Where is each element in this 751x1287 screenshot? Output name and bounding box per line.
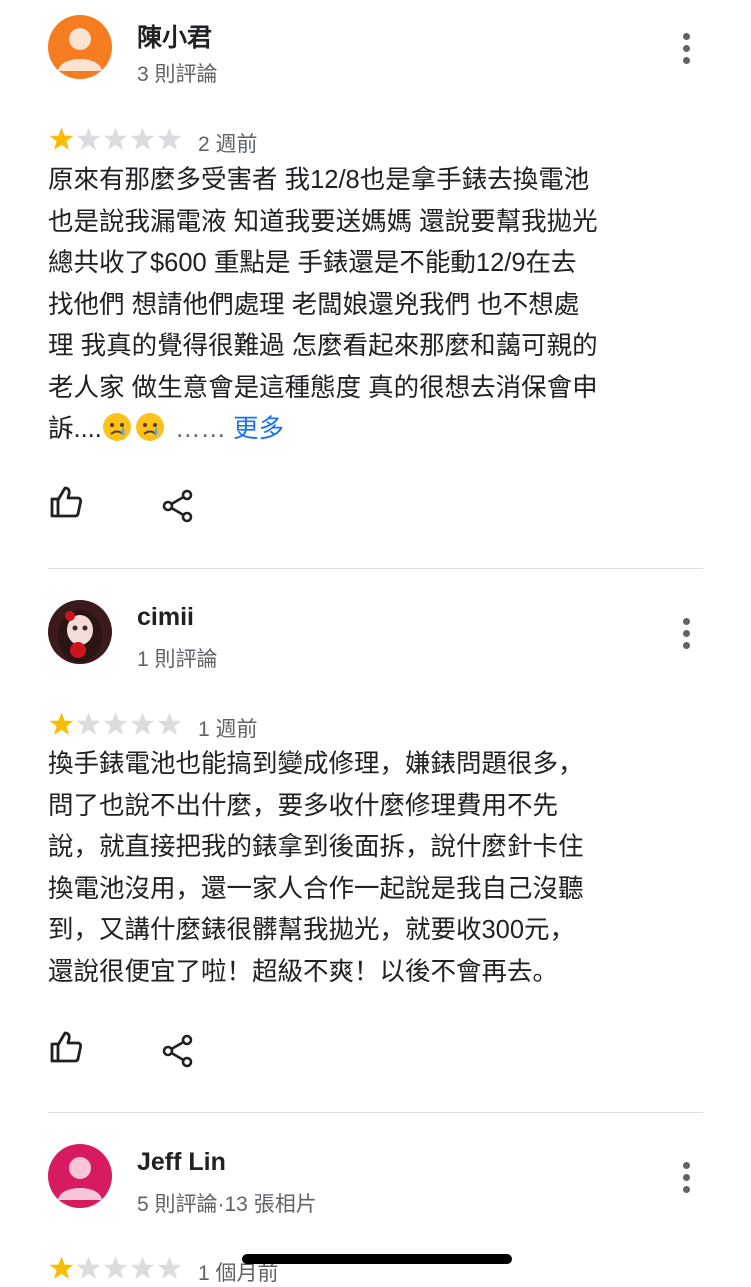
share-icon[interactable] <box>160 488 196 524</box>
author-name[interactable]: cimii <box>137 603 194 632</box>
review-text: 原來有那麼多受害者 我12/8也是拿手錶去換電池 也是說我漏電液 知道我要送媽媽… <box>48 160 688 451</box>
more-options-button[interactable] <box>672 1157 702 1197</box>
review-text-line: 說，就直接把我的錶拿到後面拆，說什麼針卡住 <box>48 833 584 861</box>
review-text-line: 換手錶電池也能搞到變成修理，嫌錶問題很多， <box>48 750 584 778</box>
star-empty-icon <box>157 127 182 150</box>
thumbs-up-icon[interactable] <box>48 1029 84 1065</box>
divider <box>48 568 703 569</box>
read-more-link[interactable]: 更多 <box>233 415 284 443</box>
crying-face-icon <box>135 413 164 441</box>
star-filled-icon <box>49 1256 74 1279</box>
ellipsis: …… <box>174 415 226 443</box>
star-empty-icon <box>76 1256 101 1279</box>
star-empty-icon <box>103 1256 128 1279</box>
divider <box>48 1112 703 1113</box>
review-count: 3 則評論 <box>137 63 218 86</box>
star-empty-icon <box>76 127 101 150</box>
star-empty-icon <box>76 712 101 735</box>
profile-photo <box>48 600 112 664</box>
crying-face-icon <box>102 413 131 441</box>
share-icon[interactable] <box>160 1033 196 1069</box>
star-empty-icon <box>157 712 182 735</box>
avatar[interactable] <box>48 15 112 79</box>
star-rating <box>48 126 183 152</box>
review-text: 換手錶電池也能搞到變成修理，嫌錶問題很多， 問了也說不出什麼，要多收什麼修理費用… <box>48 744 688 993</box>
review-text-line: 總共收了$600 重點是 手錶還是不能動12/9在去 <box>48 249 577 277</box>
star-empty-icon <box>130 1256 155 1279</box>
star-empty-icon <box>157 1256 182 1279</box>
star-rating <box>48 711 183 737</box>
person-icon <box>48 1144 112 1208</box>
review-text-line: 找他們 想請他們處理 老闆娘還兇我們 也不想處 <box>48 290 580 319</box>
avatar[interactable] <box>48 1144 112 1208</box>
star-filled-icon <box>49 127 74 150</box>
star-rating <box>48 1255 183 1281</box>
review-text-line: 原來有那麼多受害者 我12/8也是拿手錶去換電池 <box>48 166 590 194</box>
review-text-line: 還說很便宜了啦！超級不爽！以後不會再去。 <box>48 957 559 986</box>
review-count: 1 則評論 <box>137 648 218 671</box>
review-text-line: 到，又講什麼錶很髒幫我拋光，就要收300元， <box>48 916 576 944</box>
avatar[interactable] <box>48 600 112 664</box>
review-count: 5 則評論·13 張相片 <box>137 1193 317 1216</box>
star-empty-icon <box>130 127 155 150</box>
review-text-line: 也是說我漏電液 知道我要送媽媽 還說要幫我拋光 <box>48 207 598 236</box>
star-empty-icon <box>130 712 155 735</box>
star-empty-icon <box>103 712 128 735</box>
star-filled-icon <box>49 712 74 735</box>
review-time: 2 週前 <box>198 133 258 156</box>
author-name[interactable]: Jeff Lin <box>137 1148 226 1177</box>
review-text-line: 訴.... …… 更多 <box>48 409 688 451</box>
star-empty-icon <box>103 127 128 150</box>
review-text-line: 理 我真的覺得很難過 怎麼看起來那麼和藹可親的 <box>48 332 598 360</box>
review-text-tail: 訴.... <box>48 415 102 443</box>
review-text-line: 老人家 做生意會是這種態度 真的很想去消保會申 <box>48 373 598 402</box>
home-indicator[interactable] <box>242 1254 512 1264</box>
review-text-line: 換電池沒用，還一家人合作一起說是我自己沒聽 <box>48 874 584 903</box>
more-options-button[interactable] <box>672 28 702 68</box>
thumbs-up-icon[interactable] <box>48 484 84 520</box>
person-icon <box>48 15 112 79</box>
author-name[interactable]: 陳小君 <box>137 18 212 54</box>
review-time: 1 週前 <box>198 718 258 741</box>
more-options-button[interactable] <box>672 613 702 653</box>
review-text-line: 問了也說不出什麼，要多收什麼修理費用不先 <box>48 791 559 820</box>
